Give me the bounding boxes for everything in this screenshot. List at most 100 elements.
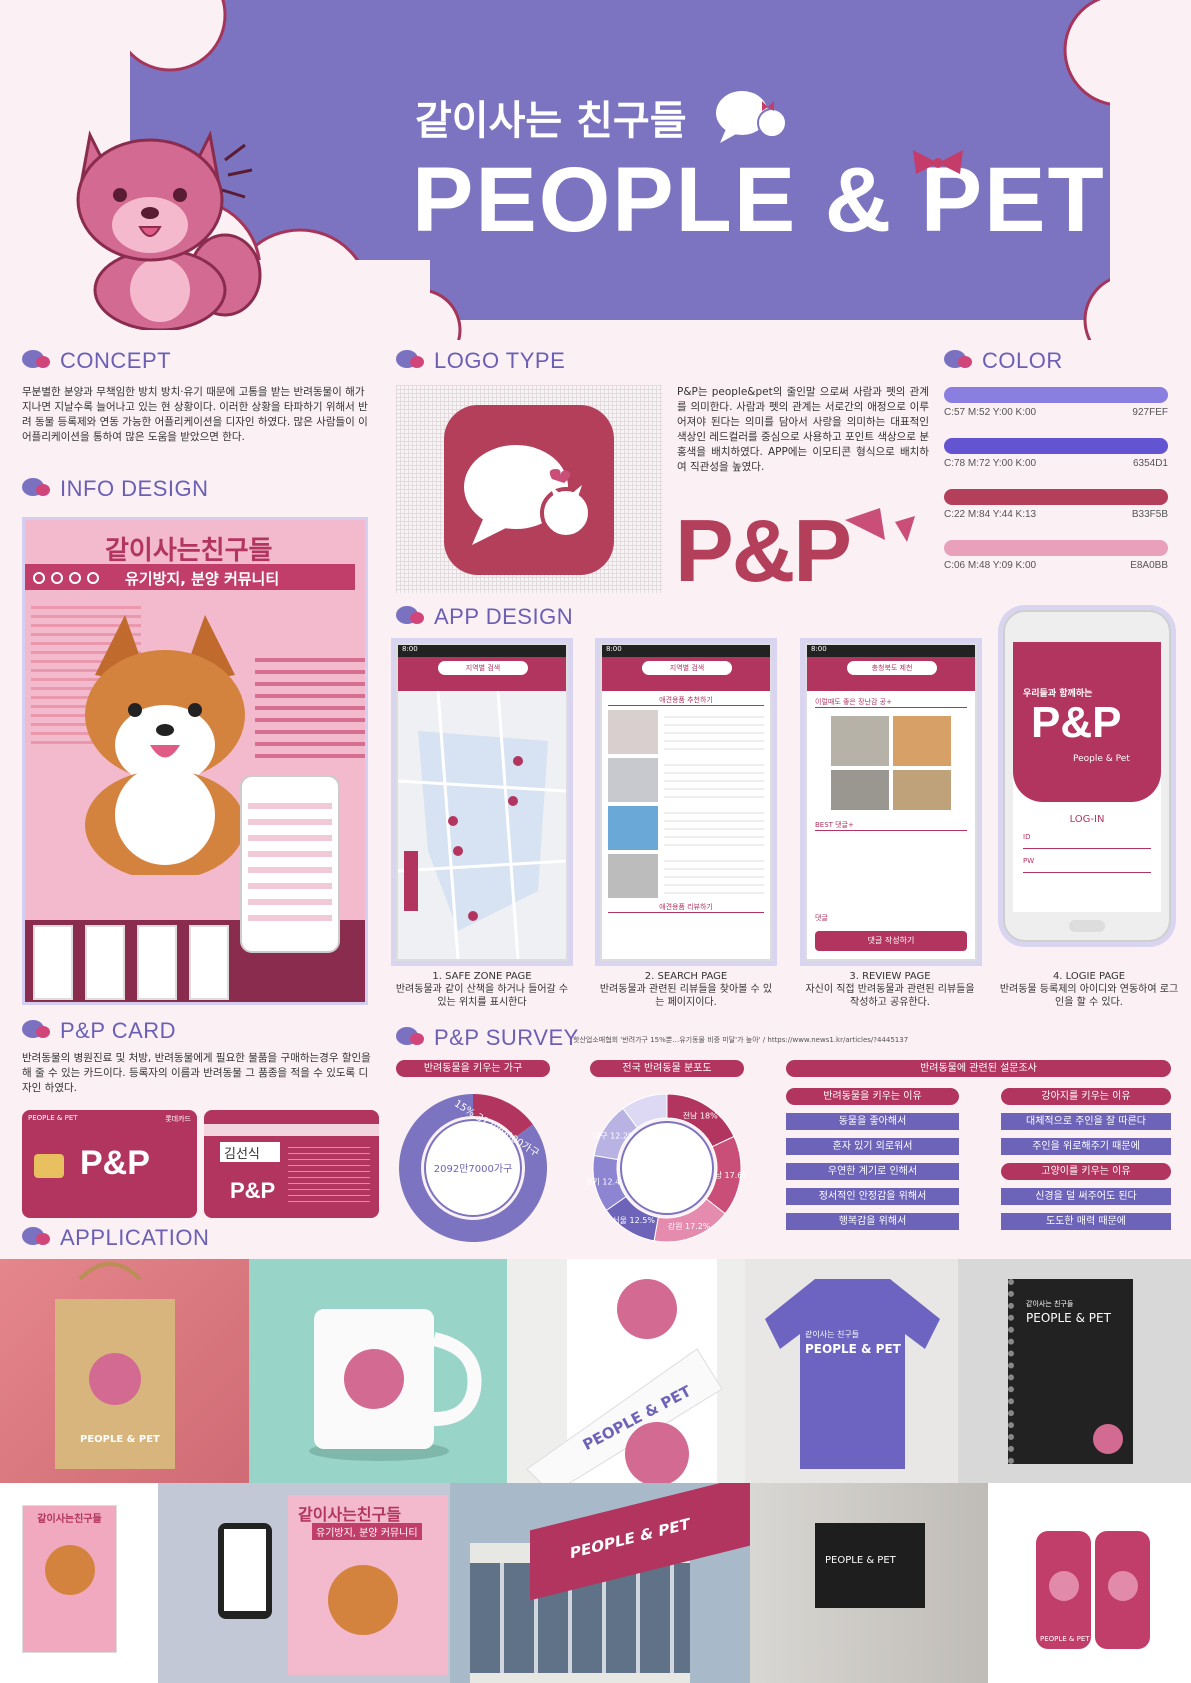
caption-text: 반려동물과 같이 산책을 하거나 들어갈 수 있는 위치를 표시한다 <box>395 984 569 1008</box>
caption-text: 반려동물과 관련된 리뷰들을 찾아볼 수 있는 페이지이다. <box>599 984 773 1008</box>
card-text: 반려동물의 병원진료 및 처방, 반려동물에게 필요한 물품을 구매하는경우 할… <box>22 1052 371 1094</box>
caption-search: 2. SEARCH PAGE 반려동물과 관련된 리뷰들을 찾아볼 수 있는 페… <box>596 970 776 1009</box>
phone-review: 8:00 충청북도 제천 이럴때도 좋은 장난감 공+ BEST 댓글+ 댓글 … <box>805 643 977 961</box>
mini-poster: 같이사는친구들 <box>22 1505 117 1653</box>
col2-item: 신경을 덜 써주어도 된다 <box>1001 1188 1171 1205</box>
poster-mini-phones <box>33 925 229 1000</box>
id-field[interactable]: ID <box>1023 833 1151 849</box>
swatch-item: C:06 M:48 Y:09 K:00 E8A0BB <box>944 540 1168 571</box>
case-text: PEOPLE & PET <box>1040 1635 1090 1643</box>
swatch-bar <box>944 489 1168 505</box>
phone-in-hand <box>218 1523 272 1619</box>
tote-bag-mockup: PEOPLE & PET <box>0 1259 249 1483</box>
caption-text: 자신이 직접 반려동물과 관련된 리뷰들을 작성하고 공유한다. <box>805 984 975 1008</box>
app-icon <box>444 405 614 575</box>
review-label: 이럴때도 좋은 장난감 공+ <box>815 697 967 708</box>
card-holder-name: 김선식 <box>224 1147 260 1162</box>
donut2-label: 서울 12.5% <box>612 1216 655 1225</box>
application-heading: APPLICATION <box>22 1225 209 1251</box>
card-front-label: PEOPLE & PET <box>28 1114 78 1122</box>
donut2-label: 대구 12.2% <box>593 1131 636 1140</box>
donut2-hole <box>620 1121 714 1215</box>
logo-grid-panel <box>396 385 662 593</box>
card-chip <box>34 1154 64 1178</box>
list-item[interactable] <box>608 758 764 802</box>
col1-item: 행복감을 위해서 <box>786 1213 959 1230</box>
status-time: 8:00 <box>602 645 770 657</box>
swatch-hex: B33F5B <box>1131 509 1168 520</box>
col2-item: 대체적으로 주인을 잘 따른다 <box>1001 1113 1171 1130</box>
status-time: 8:00 <box>807 645 975 657</box>
status-time: 8:00 <box>398 645 566 657</box>
laptop-title: 같이사는친구들 <box>298 1505 402 1524</box>
list-item[interactable] <box>608 806 764 850</box>
col2-head-dog: 강아지를 키우는 이유 <box>1001 1088 1171 1105</box>
login-logo: P&P <box>1031 698 1122 747</box>
info-design-heading: INFO DESIGN <box>22 476 209 502</box>
col1-item: 혼자 있기 외로워서 <box>786 1138 959 1155</box>
mini-poster-title: 같이사는친구들 <box>37 1514 102 1525</box>
topbar-title: 지역별 검색 <box>642 661 732 675</box>
survey-col2: 강아지를 키우는 이유 대체적으로 주인을 잘 따른다 주인을 위로해주기 때문… <box>1001 1080 1171 1230</box>
chat-bubble-icon <box>396 350 426 372</box>
survey-heading-label: P&P SURVEY <box>434 1025 579 1050</box>
poster-subtitle: 유기방지, 분양 커뮤니티 <box>125 570 280 588</box>
dog-mascot <box>60 115 270 332</box>
mug-mockup <box>249 1259 507 1483</box>
topbar-title: 지역별 검색 <box>438 661 528 675</box>
notebook-sub: 같이사는 친구들 <box>1026 1300 1074 1308</box>
card-front: PEOPLE & PET 롯데카드 P&P <box>22 1110 197 1218</box>
app-icon-bubbles <box>464 445 592 545</box>
list-item[interactable] <box>608 710 764 754</box>
notebook-cover: 같이사는 친구들 PEOPLE & PET <box>1008 1279 1133 1464</box>
list-header: 애견용품 추천하기 <box>608 695 764 706</box>
donut2-chart: 전남 18%충남 17.6%강원 17.2%서울 12.5%경기 12.4%대구… <box>587 1093 747 1243</box>
app-topbar: 지역별 검색 <box>398 657 566 691</box>
poster-phone <box>240 775 340 953</box>
col2-item: 주인을 위로해주기 때문에 <box>1001 1138 1171 1155</box>
bag-text: PEOPLE & PET <box>80 1434 160 1445</box>
header-title: PEOPLE & PET <box>412 149 1106 251</box>
card-brand: 롯데카드 <box>165 1115 191 1123</box>
survey-heading: P&P SURVEY <box>396 1025 579 1051</box>
tshirt-mockup: 같이사는 친구들 PEOPLE & PET <box>745 1259 958 1483</box>
pw-field[interactable]: PW <box>1023 857 1151 873</box>
concept-heading-label: CONCEPT <box>60 348 172 373</box>
swatch-cmyk: C:78 M:72 Y:00 K:00 <box>944 458 1037 469</box>
swatch-bar <box>944 540 1168 556</box>
login-sub: People & Pet <box>1073 754 1130 764</box>
caption-safe-zone: 1. SAFE ZONE PAGE 반려동물과 같이 산책을 하거나 들어갈 수… <box>392 970 572 1009</box>
caption-login: 4. LOGIE PAGE 반려동물 등록제의 아이디와 연동하여 로그인을 할… <box>999 970 1179 1009</box>
login-title: LOG-IN <box>1069 814 1105 825</box>
info-poster: 같이사는친구들 유기방지, 분양 커뮤니티 <box>22 517 368 1005</box>
list-item[interactable] <box>608 854 764 898</box>
card-back: 김선식 P&P <box>204 1110 379 1218</box>
card-terms <box>288 1142 370 1206</box>
donut1-inner-value: 2092만7000가구 <box>433 1164 513 1175</box>
swatch-item: C:78 M:72 Y:00 K:00 6354D1 <box>944 438 1168 469</box>
sweatshirt-sleeve-mockup: PEOPLE & PET <box>507 1259 745 1483</box>
home-button[interactable] <box>1069 920 1105 932</box>
caption-review: 3. REVIEW PAGE 자신이 직접 반려동물과 관련된 리뷰들을 작성하… <box>800 970 980 1009</box>
chat-bubble-icon <box>712 85 792 145</box>
comment-button[interactable]: 댓글 작성하기 <box>815 931 967 951</box>
card-logo: P&P <box>230 1178 276 1203</box>
survey-header: 반려동물에 관련된 설문조사 <box>786 1060 1171 1077</box>
application-heading-label: APPLICATION <box>60 1225 210 1250</box>
logo-type-heading: LOGO TYPE <box>396 348 565 374</box>
color-heading: COLOR <box>944 348 1063 374</box>
caption-title: 3. REVIEW PAGE <box>849 971 931 982</box>
phone-case-mockup: PEOPLE & PET <box>988 1483 1191 1683</box>
map-view[interactable] <box>397 690 567 960</box>
chat-bubble-icon <box>22 1227 52 1249</box>
caption-title: 1. SAFE ZONE PAGE <box>432 971 532 982</box>
app-topbar: 지역별 검색 <box>602 657 770 691</box>
swatch-cmyk: C:22 M:84 Y:44 K:13 <box>944 509 1037 520</box>
laptop-screen: 같이사는친구들 유기방지, 분양 커뮤니티 <box>288 1495 448 1675</box>
color-heading-label: COLOR <box>982 348 1063 373</box>
phone-login: 우리들과 함께하는 P&P People & Pet LOG-IN ID PW <box>1003 610 1171 942</box>
search-list[interactable]: 애견용품 추천하기 애견용품 리뷰하기 <box>602 691 770 917</box>
app-design-heading: APP DESIGN <box>396 604 573 630</box>
col1-item: 동물을 좋아해서 <box>786 1113 959 1130</box>
sign-box: PEOPLE & PET <box>815 1523 925 1608</box>
